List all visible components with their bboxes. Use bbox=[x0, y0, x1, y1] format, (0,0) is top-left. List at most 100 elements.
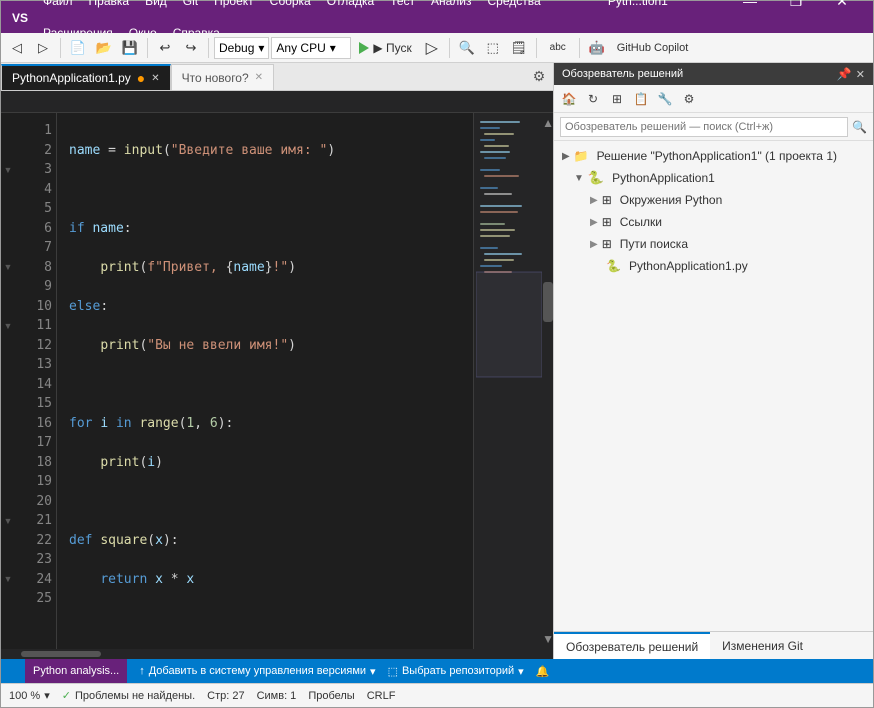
line-info: Стр: 27 bbox=[207, 690, 244, 702]
gutter-12 bbox=[1, 336, 17, 356]
scroll-up-button[interactable]: ▲ bbox=[543, 113, 553, 133]
abc-button[interactable]: abc bbox=[542, 36, 574, 60]
se-props-button[interactable]: ⚙ bbox=[678, 88, 700, 110]
panel-search-bar: 🔍 bbox=[554, 113, 873, 141]
panel-title: Обозреватель решений bbox=[562, 68, 683, 80]
restore-button[interactable]: ❐ bbox=[773, 0, 819, 17]
open-button[interactable]: 📂 bbox=[92, 36, 116, 60]
tree-references[interactable]: ▶ ⊞ Ссылки bbox=[554, 211, 873, 233]
gutter-2 bbox=[1, 141, 17, 161]
refs-label: Ссылки bbox=[620, 215, 662, 229]
platform-dropdown[interactable]: Any CPU ▾ bbox=[271, 37, 351, 59]
editor-settings-button[interactable]: ⚙ bbox=[525, 63, 553, 90]
editor-panel-row: PythonApplication1.py ● ✕ Что нового? ✕ … bbox=[1, 63, 873, 659]
menu-debug[interactable]: Отладка bbox=[319, 0, 382, 17]
search-button[interactable]: 🔍 bbox=[455, 36, 479, 60]
menu-view[interactable]: Вид bbox=[137, 0, 175, 17]
panel-title-bar: Обозреватель решений 📌 ✕ bbox=[554, 63, 873, 85]
vertical-scrollbar[interactable]: ▲ ▼ bbox=[543, 113, 553, 649]
tab-close-icon[interactable]: ✕ bbox=[151, 73, 159, 84]
menu-test[interactable]: Тест bbox=[382, 0, 423, 17]
run-button[interactable]: ▶ Пуск bbox=[353, 36, 417, 60]
scroll-down-button[interactable]: ▼ bbox=[543, 629, 553, 649]
github-copilot-label[interactable]: GitHub Copilot bbox=[611, 42, 695, 54]
add-to-vcs-button[interactable]: ↑ Добавить в систему управления версиями… bbox=[139, 665, 375, 678]
sep5 bbox=[536, 38, 537, 58]
solution-explorer-panel: Обозреватель решений 📌 ✕ 🏠 ↻ ⊞ 📋 🔧 ⚙ 🔍 bbox=[553, 63, 873, 659]
gutter-25 bbox=[1, 589, 17, 609]
fold-21[interactable]: ▼ bbox=[1, 511, 15, 531]
refs-icon: ⊞ bbox=[602, 215, 612, 229]
github-copilot-icon[interactable]: 🤖 bbox=[585, 36, 609, 60]
gutter-1 bbox=[1, 121, 17, 141]
status-bar: Python analysis... ↑ Добавить в систему … bbox=[1, 659, 873, 683]
sep1 bbox=[60, 38, 61, 58]
search-icon[interactable]: 🔍 bbox=[852, 120, 867, 134]
new-file-button[interactable]: 📄 bbox=[66, 36, 90, 60]
comment-button[interactable]: 🗒 bbox=[507, 36, 531, 60]
bookmark-button[interactable]: ⬚ bbox=[481, 36, 505, 60]
panel-pin-button[interactable]: 📌 bbox=[837, 67, 852, 81]
sep4 bbox=[449, 38, 450, 58]
scroll-thumb[interactable] bbox=[543, 282, 553, 322]
se-refresh-button[interactable]: ↻ bbox=[582, 88, 604, 110]
gutter-10 bbox=[1, 297, 17, 317]
se-tab-git-changes[interactable]: Изменения Git bbox=[710, 632, 815, 660]
solution-search-input[interactable] bbox=[560, 117, 848, 137]
tab-whats-new-close[interactable]: ✕ bbox=[255, 72, 263, 83]
tab-python-file[interactable]: PythonApplication1.py ● ✕ bbox=[1, 64, 171, 90]
tab-whats-new[interactable]: Что нового? ✕ bbox=[171, 64, 274, 90]
col-info: Симв: 1 bbox=[257, 690, 297, 702]
fold-gutter: ▼ ▼ ▼ bbox=[1, 113, 17, 649]
tree-project-node[interactable]: ▼ 🐍 PythonApplication1 bbox=[554, 167, 873, 189]
menu-analyze[interactable]: Анализ bbox=[423, 0, 480, 17]
menu-project[interactable]: Проект bbox=[206, 0, 262, 17]
tab-modified-dot: ● bbox=[137, 70, 145, 86]
horizontal-scrollbar[interactable] bbox=[1, 649, 553, 659]
fold-3[interactable]: ▼ bbox=[1, 160, 15, 180]
minimap[interactable] bbox=[473, 113, 543, 649]
project-icon: 🐍 bbox=[588, 170, 604, 186]
panel-close-button[interactable]: ✕ bbox=[856, 68, 865, 81]
bell-icon[interactable]: 🔔 bbox=[536, 665, 550, 678]
menu-tools[interactable]: Средства bbox=[480, 0, 549, 17]
tree-solution-node[interactable]: ▶ 📁 Решение "PythonApplication1" (1 прое… bbox=[554, 145, 873, 167]
minimap-svg bbox=[476, 117, 542, 517]
menu-file[interactable]: Файл bbox=[35, 0, 81, 17]
editor-area: PythonApplication1.py ● ✕ Что нового? ✕ … bbox=[1, 63, 553, 659]
sep6 bbox=[579, 38, 580, 58]
se-solution-button[interactable]: 🏠 bbox=[558, 88, 580, 110]
code-editor[interactable]: name = input("Введите ваше имя: ") if na… bbox=[57, 113, 473, 649]
zoom-control[interactable]: 100 % ▾ bbox=[9, 689, 50, 702]
redo-button[interactable]: ↪ bbox=[179, 36, 203, 60]
forward-button[interactable]: ▷ bbox=[31, 36, 55, 60]
debug-config-dropdown[interactable]: Debug ▾ bbox=[214, 37, 269, 59]
tree-python-file[interactable]: 🐍 PythonApplication1.py bbox=[554, 255, 873, 277]
tree-search-paths[interactable]: ▶ ⊞ Пути поиска bbox=[554, 233, 873, 255]
se-tab-solution-explorer[interactable]: Обозреватель решений bbox=[554, 632, 710, 660]
line-numbers: 1 2 3 4 5 6 7 8 9 10 11 12 13 14 15 16 1 bbox=[17, 113, 57, 649]
fold-8[interactable]: ▼ bbox=[1, 258, 15, 278]
menu-edit[interactable]: Правка bbox=[81, 0, 138, 17]
run-icon bbox=[359, 42, 369, 54]
close-button[interactable]: ✕ bbox=[819, 0, 865, 17]
tree-python-environments[interactable]: ▶ ⊞ Окружения Python bbox=[554, 189, 873, 211]
gutter-16 bbox=[1, 414, 17, 434]
se-collapse-button[interactable]: ⊞ bbox=[606, 88, 628, 110]
back-button[interactable]: ◁ bbox=[5, 36, 29, 60]
pick-repo-button[interactable]: ⬚ Выбрать репозиторий ▾ bbox=[388, 665, 524, 678]
menu-git[interactable]: Git bbox=[175, 0, 206, 17]
undo-button[interactable]: ↩ bbox=[153, 36, 177, 60]
se-show-files-button[interactable]: 📋 bbox=[630, 88, 652, 110]
minimize-button[interactable]: — bbox=[727, 0, 773, 17]
window-title: Pyth...tion1 bbox=[608, 0, 668, 8]
editor-tab-bar: PythonApplication1.py ● ✕ Что нового? ✕ … bbox=[1, 63, 553, 91]
h-scroll-thumb[interactable] bbox=[21, 651, 101, 657]
fold-24[interactable]: ▼ bbox=[1, 570, 15, 590]
step-over-button[interactable]: ▷ bbox=[420, 36, 444, 60]
fold-11[interactable]: ▼ bbox=[1, 316, 15, 336]
save-all-button[interactable]: 💾 bbox=[118, 36, 142, 60]
menu-build[interactable]: Сборка bbox=[262, 0, 319, 17]
toolbar: ◁ ▷ 📄 📂 💾 ↩ ↪ Debug ▾ Any CPU ▾ ▶ Пуск ▷… bbox=[1, 33, 873, 63]
se-filter-button[interactable]: 🔧 bbox=[654, 88, 676, 110]
